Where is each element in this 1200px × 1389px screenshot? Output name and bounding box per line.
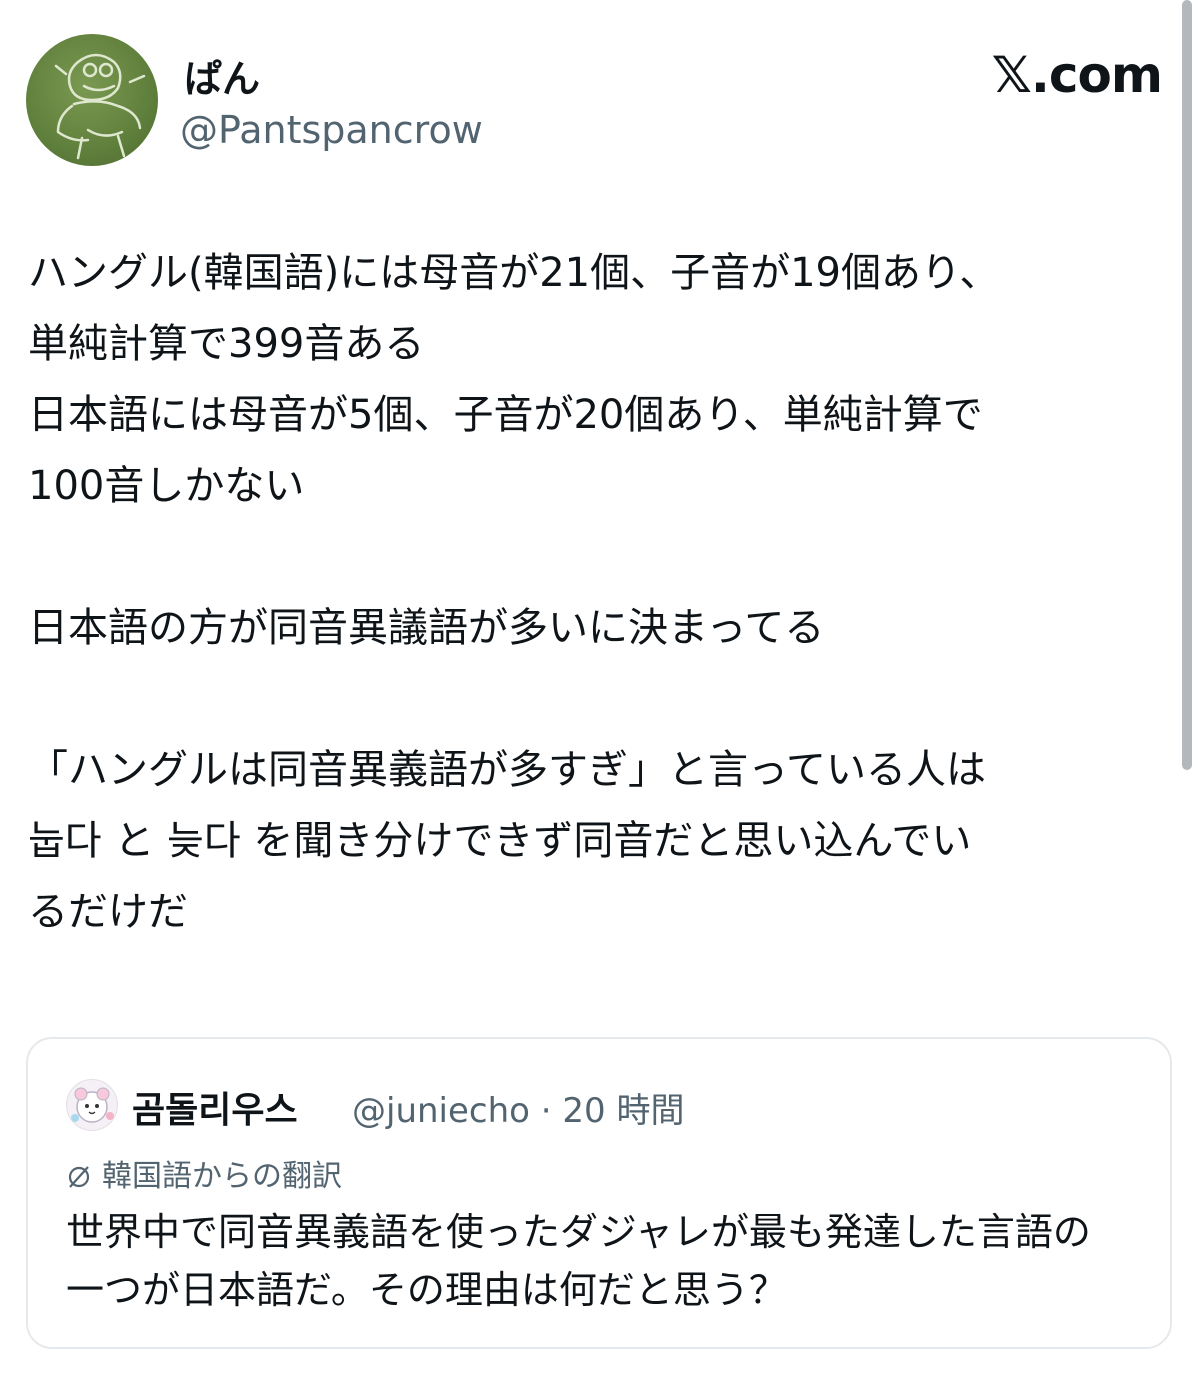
frog-avatar-icon — [54, 53, 146, 160]
translation-label-text: 韓国語からの翻訳 — [102, 1159, 342, 1194]
quoted-tweet[interactable]: 곰돌리우스 @juniecho · 20 時間 韓国語からの翻訳 世界中で同音異… — [26, 1037, 1172, 1349]
author-display-name[interactable]: ぱん — [184, 48, 260, 103]
author-handle[interactable]: @Pantspancrow — [180, 108, 483, 152]
bear-avatar-icon — [71, 1087, 114, 1123]
quote-author-avatar[interactable] — [66, 1079, 118, 1131]
tweet-text: ハングル(韓国語)には母音が21個、子音が19個あり、 単純計算で399音ある … — [28, 250, 1000, 935]
quote-author-name[interactable]: 곰돌리우스 — [132, 1081, 298, 1133]
author-avatar[interactable] — [26, 34, 158, 166]
scrollbar[interactable] — [1182, 0, 1192, 770]
translation-label: 韓国語からの翻訳 — [66, 1151, 342, 1195]
quote-author-meta[interactable]: @juniecho · 20 時間 — [352, 1083, 684, 1132]
x-logo: 𝕏.com — [991, 46, 1163, 104]
slashed-circle-icon — [66, 1159, 92, 1194]
quote-text: 世界中で同音異義語を使ったダジャレが最も発達した言語の一つが日本語だ。その理由は… — [66, 1210, 1091, 1312]
tweet-header: ぱん @Pantspancrow 𝕏.com — [26, 34, 1176, 174]
